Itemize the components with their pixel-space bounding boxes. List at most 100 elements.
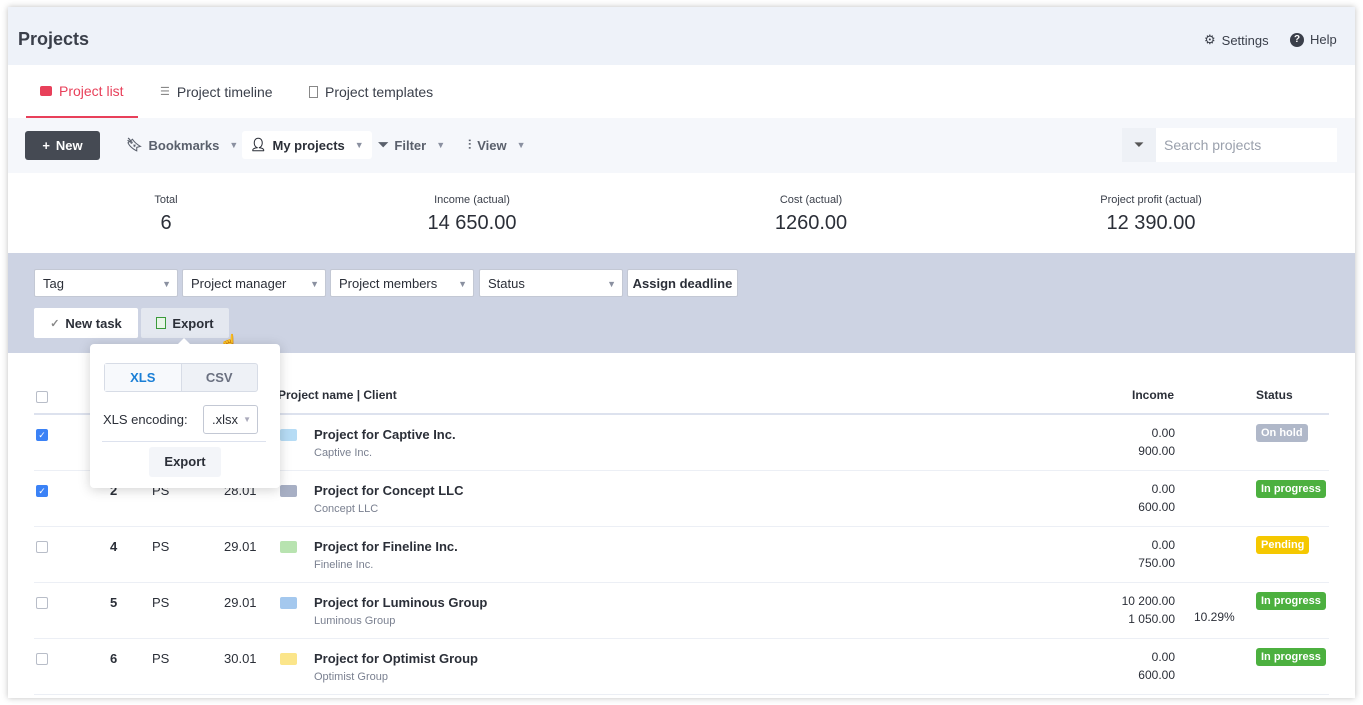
stat-total: Total 6 [46, 194, 286, 235]
page-header: Projects ⚙ Settings ? Help [8, 7, 1355, 65]
settings-link[interactable]: ⚙ Settings [1204, 32, 1269, 48]
funnel-icon[interactable]: ⏷ [1122, 128, 1156, 162]
view-dropdown[interactable]: ⫶ View ▼ [460, 131, 534, 159]
caret-down-icon: ▼ [243, 415, 251, 424]
cost-value: 600.00 [1138, 500, 1175, 514]
encoding-label: XLS encoding: [103, 412, 188, 427]
filter-dropdown[interactable]: ⏷ Filter ▼ [370, 131, 453, 159]
column-header-name[interactable]: Project name | Client [278, 388, 397, 402]
my-projects-dropdown[interactable]: 👤︎ My projects ▼ [242, 131, 372, 159]
row-checkbox[interactable]: ✓ [36, 485, 48, 497]
project-name-link[interactable]: Project for Optimist Group [314, 651, 478, 666]
plus-icon: + [42, 138, 50, 153]
client-name[interactable]: Concept LLC [314, 503, 378, 515]
popup-export-button[interactable]: Export [149, 447, 221, 477]
stat-value: 6 [160, 212, 172, 234]
my-projects-label: My projects [272, 137, 345, 153]
tag-select[interactable]: Tag ▼ [34, 269, 178, 297]
bulk-actions-bar: Tag ▼ Project manager ▼ Project members ▼ S… [8, 253, 1355, 353]
row-checkbox[interactable] [36, 653, 48, 665]
status-badge[interactable]: In progress [1256, 480, 1326, 498]
stat-label: Cost (actual) [779, 194, 843, 206]
stat-cost: Cost (actual) 1260.00 [691, 194, 931, 235]
help-label: Help [1310, 32, 1337, 47]
project-id: 5 [110, 595, 118, 610]
income-value: 0.00 [1151, 538, 1175, 552]
csv-option[interactable]: CSV [182, 364, 258, 391]
project-name-link[interactable]: Project for Concept LLC [314, 483, 464, 498]
sliders-icon: ⫶ [468, 137, 472, 152]
filter-label: Filter [394, 137, 427, 153]
status-badge[interactable]: In progress [1256, 648, 1326, 666]
project-name-link[interactable]: Project for Fineline Inc. [314, 539, 458, 554]
project-name-link[interactable]: Project for Luminous Group [314, 595, 487, 610]
income-value: 0.00 [1151, 426, 1175, 440]
export-popup: XLS CSV XLS encoding: .xlsx ▼ Export [90, 338, 280, 488]
briefcase-icon [40, 85, 52, 96]
status-badge[interactable]: In progress [1256, 592, 1326, 610]
button-label: Assign deadline [632, 275, 733, 291]
table-row[interactable]: 6 PS 30.01 Project for Optimist Group Op… [34, 639, 1329, 695]
caret-down-icon: ▼ [229, 140, 239, 150]
briefcase-icon [280, 653, 297, 665]
stat-value: 14 650.00 [427, 212, 517, 234]
bookmark-icon: 🔖︎ [126, 137, 143, 152]
income-cell: 10 200.00 1 050.00 [1122, 592, 1175, 628]
tab-project-timeline[interactable]: ☰ Project timeline [160, 65, 273, 118]
tab-bar: Project list ☰ Project timeline Project t… [8, 65, 1355, 118]
cost-value: 750.00 [1138, 556, 1175, 570]
tab-label: Project templates [325, 83, 434, 100]
column-header-status[interactable]: Status [1256, 388, 1293, 402]
bookmarks-label: Bookmarks [148, 137, 220, 153]
bookmarks-dropdown[interactable]: 🔖︎ Bookmarks ▼ [118, 131, 246, 159]
export-button[interactable]: Export [141, 308, 229, 338]
caret-down-icon: ▼ [310, 279, 319, 289]
select-label: Status [488, 276, 525, 291]
briefcase-icon [280, 541, 297, 553]
status-badge[interactable]: Pending [1256, 536, 1310, 554]
row-checkbox[interactable] [36, 541, 48, 553]
help-link[interactable]: ? Help [1290, 32, 1337, 47]
income-value: 10 200.00 [1121, 594, 1175, 608]
client-name[interactable]: Captive Inc. [314, 447, 372, 459]
client-name[interactable]: Optimist Group [314, 671, 388, 683]
search-input[interactable]: Search projects [1164, 137, 1261, 153]
button-label: New task [65, 315, 122, 331]
caret-down-icon: ▼ [458, 279, 467, 289]
income-cell: 0.00 750.00 [1138, 536, 1175, 572]
new-label: New [55, 138, 83, 153]
search-box[interactable]: ⏷ Search projects [1122, 128, 1337, 162]
encoding-select[interactable]: .xlsx ▼ [203, 405, 258, 434]
project-members-select[interactable]: Project members ▼ [330, 269, 474, 297]
income-value: 0.00 [1151, 650, 1175, 664]
income-cell: 0.00 600.00 [1138, 480, 1175, 516]
popup-divider [102, 441, 266, 442]
column-header-income[interactable]: Income [1132, 388, 1174, 402]
user-icon: 👤︎ [250, 137, 267, 152]
project-name-link[interactable]: Project for Captive Inc. [314, 427, 456, 442]
cost-value: 900.00 [1138, 444, 1175, 458]
row-checkbox[interactable]: ✓ [36, 429, 48, 441]
project-manager-select[interactable]: Project manager ▼ [182, 269, 326, 297]
tab-project-list[interactable]: Project list [26, 65, 138, 118]
select-all-checkbox[interactable] [36, 391, 48, 403]
table-row[interactable]: 5 PS 29.01 Project for Luminous Group Lu… [34, 583, 1329, 639]
assign-deadline-button[interactable]: Assign deadline [627, 269, 738, 297]
briefcase-icon [280, 485, 297, 497]
funnel-icon: ⏷ [378, 137, 389, 152]
check-icon: ✓ [50, 317, 60, 330]
income-cell: 0.00 900.00 [1138, 424, 1175, 460]
timeline-icon: ☰ [160, 86, 170, 98]
client-name[interactable]: Luminous Group [314, 615, 395, 627]
new-task-button[interactable]: ✓ New task [34, 308, 138, 338]
status-select[interactable]: Status ▼ [479, 269, 623, 297]
table-row[interactable]: 4 PS 29.01 Project for Fineline Inc. Fin… [34, 527, 1329, 583]
tab-project-templates[interactable]: Project templates [309, 65, 433, 118]
project-date: 29.01 [224, 595, 257, 610]
status-badge[interactable]: On hold [1256, 424, 1308, 442]
row-checkbox[interactable] [36, 597, 48, 609]
client-name[interactable]: Fineline Inc. [314, 559, 373, 571]
xls-option[interactable]: XLS [105, 364, 182, 391]
new-button[interactable]: + New [25, 131, 100, 160]
project-id: 4 [110, 539, 118, 554]
